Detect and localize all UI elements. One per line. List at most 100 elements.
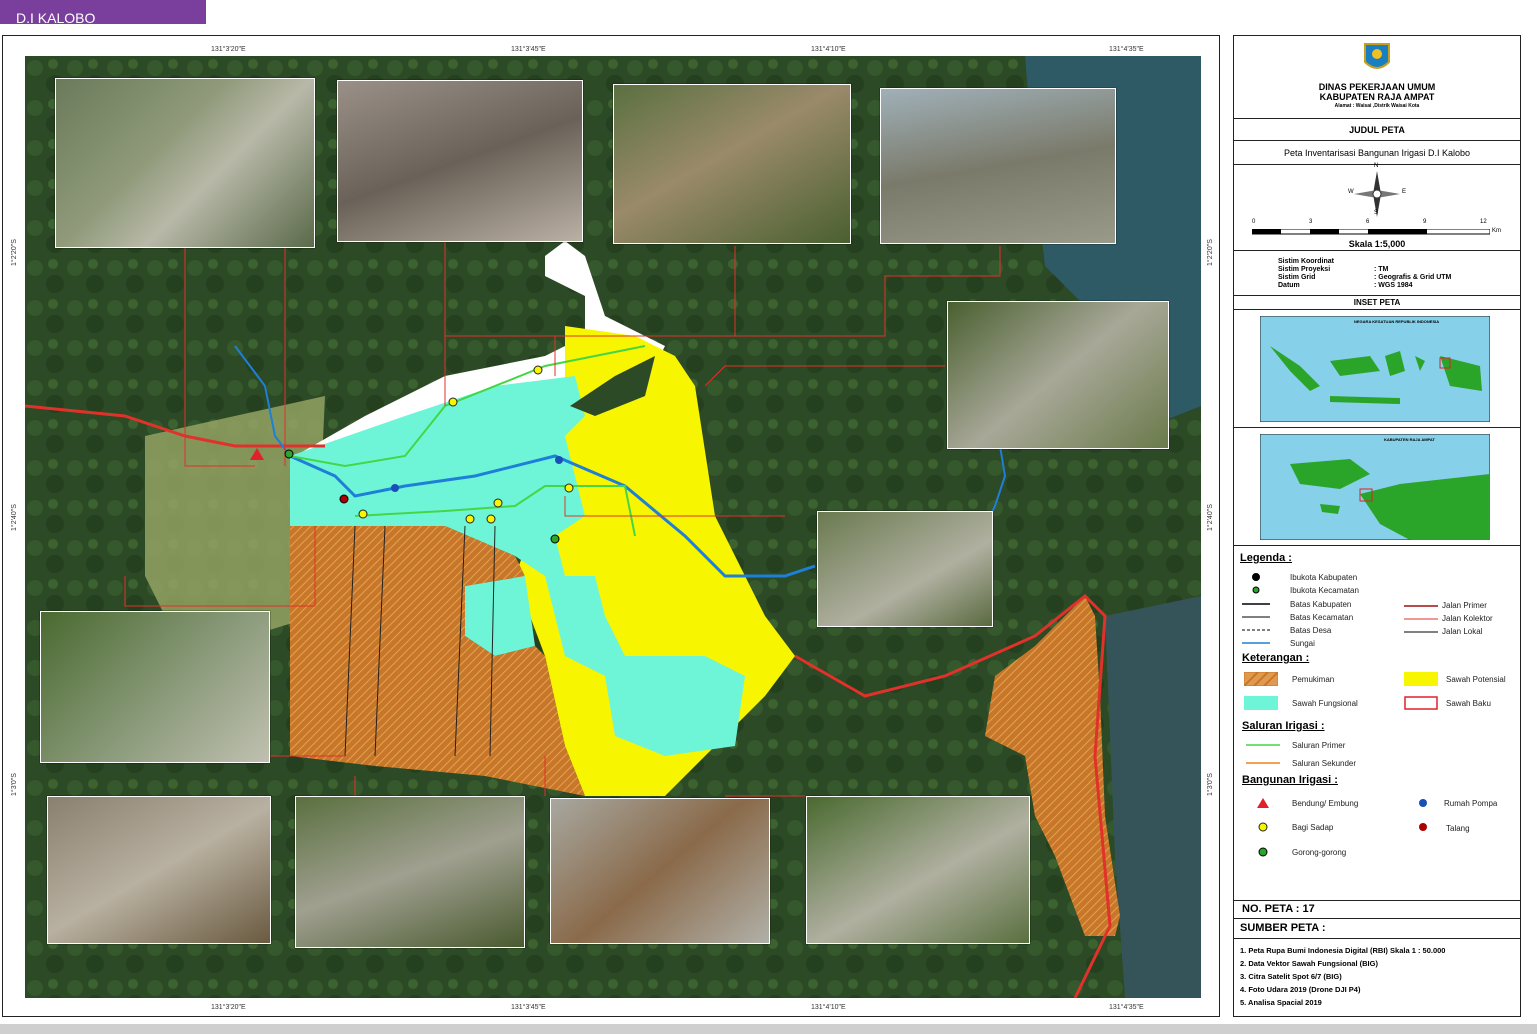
bottom-tick-4: 131°4'35"E: [1109, 1004, 1144, 1011]
legend-bendung: Bendung/ Embung: [1292, 799, 1359, 808]
sumber-item-5: 5. Analisa Spacial 2019: [1240, 998, 1322, 1007]
legend-jalan-primer: Jalan Primer: [1442, 601, 1487, 610]
compass-scale-section: N S W E 0 3 6 9 12 Km Skala 1:5,000: [1234, 163, 1520, 250]
org-address: Alamat : Waisai ,Distrik Waisai Kota: [1334, 103, 1420, 109]
left-tick-1: 1°2'20"S: [11, 239, 18, 266]
bagi-sadap-3: [564, 483, 574, 493]
scale-tick-0: 0: [1252, 219, 1256, 225]
no-peta: NO. PETA : 17: [1242, 903, 1315, 915]
inset-raja-ampat-map: [1260, 434, 1490, 540]
photo-bagi-sadap-5[interactable]: [550, 798, 770, 944]
photo-bagi-sadap-1[interactable]: [337, 80, 583, 242]
legend-batas-kecamatan: Batas Kecamatan: [1290, 613, 1354, 622]
compass-s: S: [1374, 210, 1379, 216]
scale-unit: Km: [1492, 228, 1501, 234]
left-tick-2: 1°2'40"S: [11, 504, 18, 531]
sumber-item-2: 2. Data Vektor Sawah Fungsional (BIG): [1240, 959, 1378, 968]
left-tick-3: 1°3'0"S: [11, 773, 18, 796]
map-frame: 131°3'20"E 131°3'45"E 131°4'10"E 131°4'3…: [2, 35, 1220, 1017]
org-line1: DINAS PEKERJAAN UMUM: [1318, 82, 1436, 92]
coord-system-section: Sistim Koordinat Sistim Proyeksi Sistim …: [1234, 250, 1520, 295]
right-tick-2: 1°2'40"S: [1207, 504, 1214, 531]
inset-heading: INSET PETA: [1353, 298, 1401, 307]
gorong-marker-1: [284, 449, 294, 459]
legend-ibukota-kecamatan: Ibukota Kecamatan: [1290, 586, 1359, 595]
scale-bar: [1252, 229, 1490, 235]
pompa-marker-1: [391, 484, 399, 492]
photo-bagi-sadap-6[interactable]: [806, 796, 1030, 944]
judul-heading: JUDUL PETA: [1349, 125, 1405, 135]
legend-ibukota-kabupaten: Ibukota Kabupaten: [1290, 573, 1358, 582]
top-tick-3: 131°4'10"E: [811, 46, 846, 53]
bottom-tick-1: 131°3'20"E: [211, 1004, 246, 1011]
scale-tick-3: 3: [1309, 219, 1313, 225]
pemukiman-swatch: [1244, 672, 1278, 686]
legend-batas-kabupaten: Batas Kabupaten: [1290, 600, 1352, 609]
scale-text: Skala 1:5,000: [1348, 239, 1406, 249]
bottom-tick-2: 131°3'45"E: [511, 1004, 546, 1011]
horizontal-scrollbar[interactable]: [0, 1024, 1537, 1034]
coord-values: : TM : Geografis & Grid UTM : WGS 1984: [1374, 258, 1451, 290]
photo-rumah-pompa[interactable]: [817, 511, 993, 627]
sumber-list: 1. Peta Rupa Bumi Indonesia Digital (RBI…: [1234, 938, 1520, 1018]
bangunan-symbols-left: [1257, 798, 1269, 857]
photo-gorong-gorong[interactable]: [947, 301, 1169, 449]
legend-sawah-baku: Sawah Baku: [1446, 699, 1491, 708]
legend-jalan-kolektor: Jalan Kolektor: [1442, 614, 1493, 623]
photo-bagi-sadap-2[interactable]: [613, 84, 851, 244]
legend-talang: Talang: [1446, 824, 1470, 833]
inset1-title: NEGARA KESATUAN REPUBLIK INDONESIA: [1354, 319, 1440, 324]
legend-road-symbols: [1404, 605, 1438, 633]
scale-tick-12: 12: [1480, 219, 1487, 225]
sawah-potensial-swatch: [1404, 672, 1438, 686]
sumber-item-1: 1. Peta Rupa Bumi Indonesia Digital (RBI…: [1240, 946, 1446, 955]
keterangan-heading: Keterangan :: [1242, 652, 1310, 664]
coord-label-3: Sistim Grid: [1278, 274, 1316, 281]
photo-bagi-sadap-3[interactable]: [880, 88, 1116, 244]
judul-text-section: Peta Inventarisasi Bangunan Irigasi D.I …: [1234, 140, 1520, 164]
legend-sungai: Sungai: [1290, 639, 1315, 648]
legend-bagi-sadap: Bagi Sadap: [1292, 823, 1334, 832]
bagi-sadap-1: [448, 397, 458, 407]
bangunan-heading: Bangunan Irigasi :: [1242, 774, 1338, 786]
legend-sawah-potensial: Sawah Potensial: [1446, 675, 1506, 684]
legend-panel: DINAS PEKERJAAN UMUM KABUPATEN RAJA AMPA…: [1233, 35, 1521, 1017]
sumber-heading-section: SUMBER PETA :: [1234, 918, 1520, 938]
tab-label: D.I KALOBO: [16, 10, 96, 24]
bottom-tick-3: 131°4'10"E: [811, 1004, 846, 1011]
panel-header: DINAS PEKERJAAN UMUM KABUPATEN RAJA AMPA…: [1234, 36, 1520, 118]
pompa-marker-2: [555, 456, 563, 464]
judul-section: JUDUL PETA: [1234, 118, 1520, 140]
bagi-sadap-6: [486, 514, 496, 524]
compass-e: E: [1402, 189, 1407, 195]
coord-label-2: Sistim Proyeksi: [1278, 266, 1331, 273]
inset-heading-section: INSET PETA: [1234, 295, 1520, 309]
legend-pemukiman: Pemukiman: [1292, 675, 1335, 684]
bagi-sadap-4: [493, 498, 503, 508]
top-tick-2: 131°3'45"E: [511, 46, 546, 53]
map-image[interactable]: [25, 56, 1201, 998]
sumber-item-4: 4. Foto Udara 2019 (Drone DJI P4): [1240, 985, 1361, 994]
coord-label-4: Datum: [1278, 282, 1300, 289]
photo-bagi-sadap-4[interactable]: [295, 796, 525, 948]
photo-talang[interactable]: [47, 796, 271, 944]
coord-value-2: : TM: [1374, 266, 1389, 273]
sumber-heading: SUMBER PETA :: [1240, 922, 1326, 934]
photo-saluran[interactable]: [40, 611, 270, 763]
top-tick-1: 131°3'20"E: [211, 46, 246, 53]
org-line2: KABUPATEN RAJA AMPAT: [1319, 92, 1435, 102]
legend-jalan-lokal: Jalan Lokal: [1442, 627, 1483, 636]
compass-w: W: [1348, 189, 1354, 195]
judul-text: Peta Inventarisasi Bangunan Irigasi D.I …: [1283, 148, 1471, 158]
right-tick-3: 1°3'0"S: [1207, 773, 1214, 796]
legenda-heading: Legenda :: [1240, 552, 1292, 564]
coord-value-1: [1374, 258, 1451, 266]
photo-embung[interactable]: [55, 78, 315, 248]
coord-labels: Sistim Koordinat Sistim Proyeksi Sistim …: [1278, 258, 1334, 290]
bagi-sadap-5: [465, 514, 475, 524]
sumber-item-3: 3. Citra Satelit Spot 6/7 (BIG): [1240, 972, 1342, 981]
inset-raja-ampat[interactable]: KABUPATEN RAJA AMPAT: [1234, 427, 1520, 545]
right-tick-1: 1°2'20"S: [1207, 239, 1214, 266]
bangunan-symbols-right: [1419, 799, 1427, 831]
inset-indonesia[interactable]: NEGARA KESATUAN REPUBLIK INDONESIA: [1234, 309, 1520, 427]
